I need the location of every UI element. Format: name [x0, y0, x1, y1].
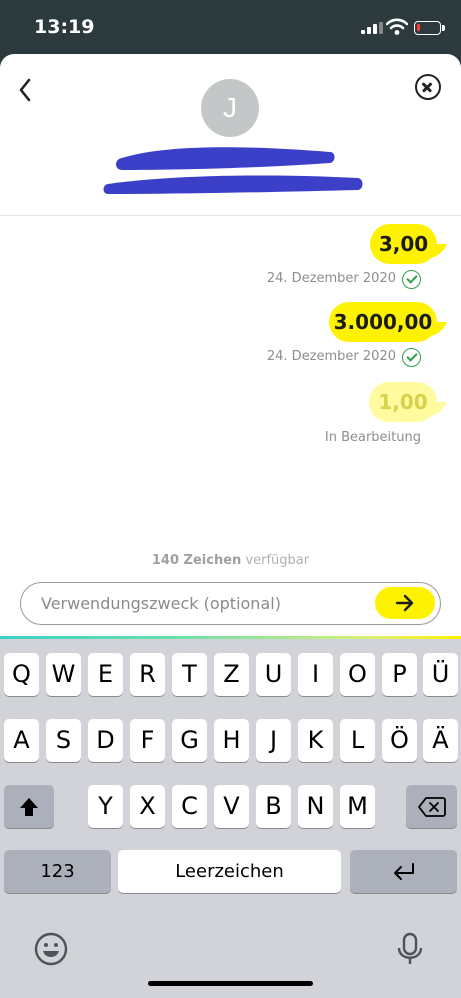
key[interactable]: K	[298, 719, 333, 762]
message-bubble[interactable]: 3.000,00	[329, 302, 437, 342]
key[interactable]: U	[256, 653, 291, 696]
chat-sheet: J 3,00 24. Dezember 2020 3.000,00 24. De…	[0, 54, 461, 998]
message-meta: 24. Dezember 2020	[267, 269, 421, 289]
send-button[interactable]	[375, 587, 435, 619]
key[interactable]: M	[340, 785, 375, 828]
return-key[interactable]	[350, 850, 457, 893]
message-meta: 24. Dezember 2020	[267, 347, 421, 367]
backspace-icon	[417, 797, 446, 817]
message-composer	[20, 582, 441, 625]
key[interactable]: Ö	[382, 719, 417, 762]
key[interactable]: Y	[88, 785, 123, 828]
key[interactable]: O	[340, 653, 375, 696]
key[interactable]: E	[88, 653, 123, 696]
key[interactable]: R	[130, 653, 165, 696]
return-icon	[393, 863, 414, 880]
backspace-key[interactable]	[406, 785, 457, 828]
key[interactable]: T	[172, 653, 207, 696]
space-key[interactable]: Leerzeichen	[118, 850, 341, 893]
key[interactable]: L	[340, 719, 375, 762]
message-status: In Bearbeitung	[325, 428, 421, 448]
home-indicator	[148, 981, 313, 986]
key[interactable]: H	[214, 719, 249, 762]
key[interactable]: X	[130, 785, 165, 828]
message-status-text: In Bearbeitung	[324, 430, 421, 445]
key[interactable]: Q	[4, 653, 39, 696]
key[interactable]: S	[46, 719, 81, 762]
numbers-key[interactable]: 123	[4, 850, 111, 893]
char-counter-value: 140 Zeichen	[151, 553, 242, 568]
battery-level	[417, 24, 420, 31]
emoji-icon[interactable]	[33, 931, 69, 967]
keyboard: Q W E R T Z U I O P Ü A S D F G H J K L …	[0, 639, 461, 998]
char-counter-suffix: verfügbar	[245, 553, 310, 568]
key[interactable]: Ä	[423, 719, 458, 762]
status-time: 13:19	[34, 16, 95, 38]
cellular-signal-icon	[361, 22, 383, 34]
key[interactable]: I	[298, 653, 333, 696]
purpose-input[interactable]	[41, 583, 371, 623]
key[interactable]: P	[382, 653, 417, 696]
battery-icon	[414, 21, 445, 35]
close-button[interactable]	[415, 74, 441, 100]
message-bubble-pending[interactable]: 1,00	[369, 382, 437, 422]
key[interactable]: N	[298, 785, 333, 828]
header-divider	[0, 215, 461, 216]
key[interactable]: F	[130, 719, 165, 762]
arrow-right-icon	[395, 594, 414, 612]
key[interactable]: G	[172, 719, 207, 762]
key[interactable]: B	[256, 785, 291, 828]
avatar: J	[201, 79, 259, 137]
shift-icon	[20, 798, 38, 816]
message-date: 24. Dezember 2020	[266, 349, 396, 364]
key[interactable]: Z	[214, 653, 249, 696]
key[interactable]: J	[256, 719, 291, 762]
microphone-icon[interactable]	[392, 931, 428, 967]
key[interactable]: D	[88, 719, 123, 762]
check-circle-icon	[402, 347, 421, 367]
key[interactable]: A	[4, 719, 39, 762]
key[interactable]: C	[172, 785, 207, 828]
char-counter: 140 Zeichen verfügbar	[0, 553, 461, 568]
check-circle-icon	[402, 269, 421, 289]
message-bubble[interactable]: 3,00	[370, 224, 437, 264]
redacted-contact-name	[103, 147, 363, 194]
key[interactable]: Ü	[423, 653, 458, 696]
status-bar: 13:19	[0, 0, 461, 56]
shift-key[interactable]	[4, 785, 54, 828]
wifi-icon	[386, 18, 408, 35]
key[interactable]: V	[214, 785, 249, 828]
message-date: 24. Dezember 2020	[266, 271, 396, 286]
back-button[interactable]	[14, 76, 38, 104]
key[interactable]: W	[46, 653, 81, 696]
